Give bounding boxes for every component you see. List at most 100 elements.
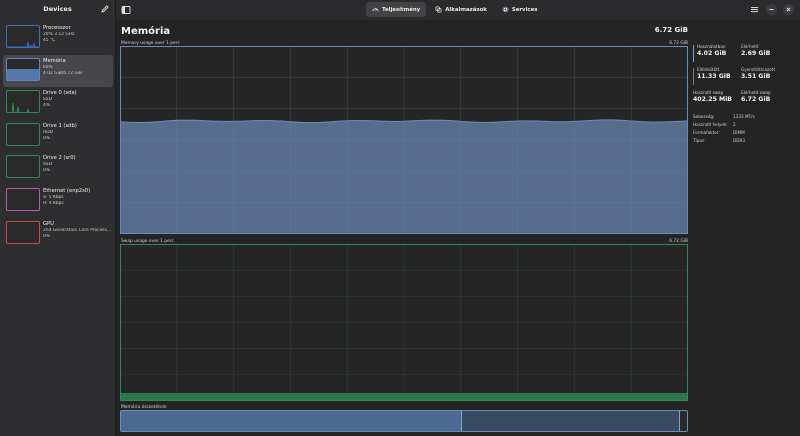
device-item[interactable]: GPU2nd Generation Core Processor Family … <box>3 218 113 251</box>
device-text: Processzor 20% 3.12 GHz 45 °C <box>43 25 113 44</box>
sidebar-toggle-icon[interactable] <box>120 4 132 16</box>
swap-usage-graph <box>120 244 688 401</box>
device-item[interactable]: Drive 2 (sr0) SSD 0% <box>3 152 113 185</box>
device-name: GPU <box>43 220 54 227</box>
stat-swap-available-value: 6.72 GiB <box>741 96 771 103</box>
main-content: Memória 6.72 GiB Memory usage over 1 per… <box>116 20 800 436</box>
window-controls <box>749 4 794 15</box>
memory-composition-bar <box>120 410 688 432</box>
tab-gear[interactable]: Services <box>496 2 544 17</box>
device-usage: 4% <box>43 103 50 109</box>
graph-canvas <box>120 244 688 401</box>
memory-info-row: Típus: DDR3 <box>693 138 798 145</box>
thumbnail-graph-icon <box>7 41 39 47</box>
device-text: Ethernet (enp2s0) S: 5 Kbps R: 4 Kbps <box>43 188 113 207</box>
gear-icon <box>502 6 509 13</box>
device-usage: 0% <box>43 233 50 239</box>
device-text: Drive 2 (sr0) SSD 0% <box>43 155 113 174</box>
info-key: Használt helyek: <box>693 122 728 127</box>
page-title: Memória <box>121 26 171 37</box>
sidebar-title: Devices <box>43 5 72 13</box>
app-window: Devices Processzor 20% 3.12 GHz 45 °C Memór… <box>0 0 800 436</box>
menu-button[interactable] <box>749 4 760 15</box>
device-usage: 45 °C <box>43 38 56 43</box>
apps-icon <box>435 6 442 13</box>
device-thumbnail-graph <box>6 155 40 179</box>
thumbnail-graph-icon <box>7 222 40 244</box>
memory-info-row: Formafaktor: DIMM <box>693 130 798 137</box>
gauge-icon <box>372 8 379 12</box>
close-icon <box>786 7 791 12</box>
info-value: DIMM <box>733 130 745 135</box>
thumbnail-graph-icon <box>7 189 40 211</box>
memory-info-row: Sebesség: 1333 MT/s <box>693 114 798 121</box>
stat-used-value: 4.02 GiB <box>697 50 727 57</box>
sidebar-header: Devices <box>0 0 115 20</box>
stat-used: Használatban 4.02 GiB <box>697 44 726 58</box>
device-name: Ethernet (enp2s0) <box>43 187 91 194</box>
device-thumbnail-graph <box>6 122 40 146</box>
stat-swap-used-value: 402.25 MiB <box>693 96 733 103</box>
device-item[interactable]: Ethernet (enp2s0) S: 5 Kbps R: 4 Kbps <box>3 185 113 218</box>
tab-gauge[interactable]: Teljesítmény <box>366 2 427 17</box>
memory-usage-graph <box>120 46 688 234</box>
device-thumbnail-graph <box>6 25 40 48</box>
stat-cached: Gyorsítótárazott 3.51 GiB <box>741 67 775 81</box>
memory-info-row: Használt helyek: 2 <box>693 122 798 129</box>
composition-cached-segment <box>461 411 681 431</box>
device-item[interactable]: Memória 60% 4.02 GiB/6.72 GiB <box>3 54 113 88</box>
view-tabs: Teljesítmény Alkalmazások Services <box>366 2 543 18</box>
tab-label: Alkalmazások <box>445 6 487 13</box>
thumbnail-graph-icon <box>11 103 30 113</box>
device-thumbnail-graph <box>6 220 40 244</box>
tab-apps[interactable]: Alkalmazások <box>429 2 493 17</box>
graph-canvas <box>120 46 688 234</box>
info-key: Típus: <box>693 138 706 143</box>
device-text: Drive 1 (sdb) HDD 0% <box>43 123 113 142</box>
info-value: 2 <box>733 122 736 127</box>
hamburger-icon <box>751 7 758 13</box>
device-thumbnail-graph <box>6 90 40 114</box>
tab-label: Teljesítmény <box>382 6 421 13</box>
device-usage: 0% <box>43 168 50 174</box>
device-usage: 0% <box>43 135 50 141</box>
stat-available-value: 2.69 GiB <box>741 50 771 57</box>
thumbnail-graph-icon <box>7 124 40 146</box>
composition-used-segment <box>121 411 462 431</box>
device-name: Processzor <box>43 25 71 31</box>
sidebar: Devices Processzor 20% 3.12 GHz 45 °C Memór… <box>0 0 116 436</box>
thumbnail-graph-icon <box>7 156 40 178</box>
page-total: 6.72 GiB <box>654 26 688 34</box>
used-indicator <box>693 45 694 62</box>
stat-cached-value: 3.51 GiB <box>741 73 771 80</box>
info-value: DDR3 <box>733 138 746 143</box>
close-button[interactable] <box>783 4 794 15</box>
device-item[interactable]: Processzor 20% 3.12 GHz 45 °C <box>3 22 113 55</box>
device-detail: 2nd Generation Core Processor Family Int… <box>43 227 113 233</box>
header-bar: Teljesítmény Alkalmazások Services <box>116 0 800 20</box>
stat-committed: Előlekötött 11.33 GiB <box>697 67 731 81</box>
info-key: Sebesség: <box>693 114 715 119</box>
device-name: Drive 0 (sda) <box>43 90 77 97</box>
device-name: Drive 2 (sr0) <box>43 155 76 162</box>
device-item[interactable]: Drive 1 (sdb) HDD 0% <box>3 120 113 153</box>
device-name: Memória <box>43 57 66 64</box>
pencil-icon[interactable] <box>100 4 110 14</box>
stat-swap-used: Használt swap 402.25 MiB <box>693 90 732 104</box>
stat-available: Elérhető 2.69 GiB <box>741 44 770 58</box>
stat-swap-available: Elérhető swap 6.72 GiB <box>741 90 771 104</box>
info-value: 1333 MT/s <box>733 114 755 119</box>
device-name: Drive 1 (sdb) <box>43 122 77 129</box>
device-item[interactable]: Drive 0 (sda) SSD 4% <box>3 87 113 120</box>
minimize-icon <box>769 9 774 10</box>
tab-label: Services <box>511 6 538 13</box>
info-key: Formafaktor: <box>693 130 720 135</box>
graph-fill <box>120 393 688 401</box>
committed-indicator <box>693 68 694 85</box>
device-text: Memória 60% 4.02 GiB/6.72 GiB <box>43 58 113 77</box>
device-list: Processzor 20% 3.12 GHz 45 °C Memória 60% 4.0… <box>0 22 116 250</box>
device-thumbnail-graph <box>6 57 40 81</box>
device-text: GPU2nd Generation Core Processor Family … <box>43 221 113 240</box>
stat-committed-value: 11.33 GiB <box>697 73 731 80</box>
minimize-button[interactable] <box>766 4 777 15</box>
